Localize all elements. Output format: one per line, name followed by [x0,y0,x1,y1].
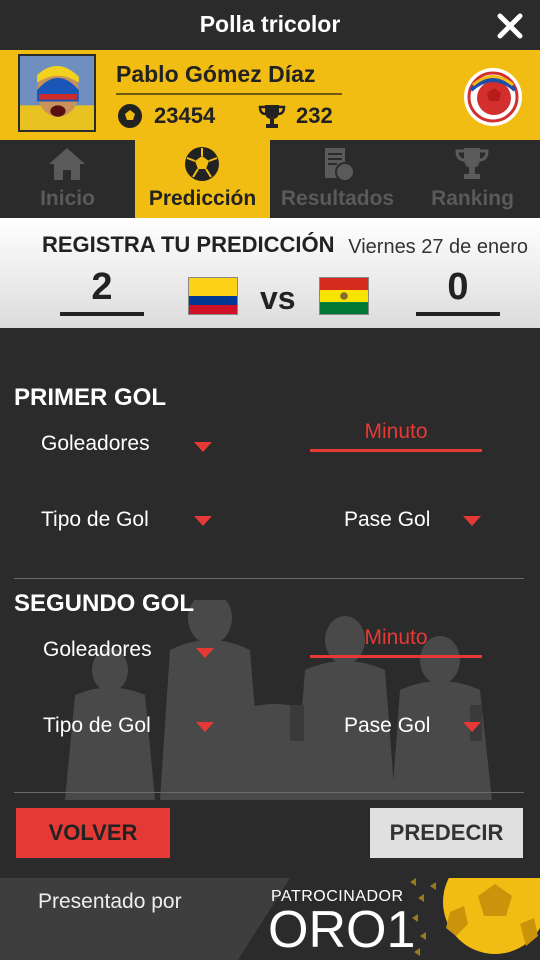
tab-label: Inicio [40,187,95,210]
first-goal-minute-input[interactable]: Minuto [310,420,482,444]
tab-inicio[interactable]: Inicio [0,140,135,218]
sponsor-ball-logo [410,878,540,956]
chevron-down-icon[interactable] [463,722,481,732]
coins-value: 23454 [154,103,216,128]
chevron-down-icon[interactable] [463,516,481,526]
trophies-stat: 232 [258,102,333,130]
chevron-down-icon[interactable] [196,722,214,732]
colombia-flag-icon [188,277,238,315]
match-date: Viernes 27 de enero [348,236,528,258]
avatar[interactable] [18,54,96,132]
user-name: Pablo Gómez Díaz [116,61,316,87]
tab-bar: Inicio Predicción Resultados Ranking [0,140,540,218]
tab-ranking[interactable]: Ranking [405,140,540,218]
second-goal-minute-underline [310,655,482,658]
sponsor-footer: Presentado por PATROCINADOR ORO1 [0,878,540,960]
top-bar: Polla tricolor [0,0,540,50]
second-goal-type-select[interactable]: Tipo de Gol [43,714,151,738]
tab-label: Resultados [280,187,395,210]
home-score-input[interactable]: 2 [60,266,144,309]
home-icon [49,148,85,180]
first-goal-heading: PRIMER GOL [14,384,167,411]
prediction-form: PRIMER GOL Goleadores Minuto Tipo de Gol… [0,328,540,878]
home-score-underline [60,312,144,316]
section-divider [14,578,524,579]
document-icon [325,148,355,182]
name-underline [116,93,342,95]
predict-button[interactable]: PREDECIR [370,808,523,858]
federation-crest-icon [464,68,522,126]
coins-stat: 23454 [116,102,215,130]
second-goal-minute-input[interactable]: Minuto [310,626,482,650]
trophies-value: 232 [296,103,333,128]
second-goal-scorers-select[interactable]: Goleadores [43,638,152,662]
chevron-down-icon[interactable] [194,516,212,526]
close-icon[interactable] [496,12,524,40]
trophy-icon [455,148,489,179]
chevron-down-icon[interactable] [196,648,214,658]
app-title: Polla tricolor [199,11,341,37]
versus-label: vs [260,280,296,316]
back-button[interactable]: VOLVER [16,808,170,858]
soccer-ball-icon [185,147,219,181]
tab-resultados[interactable]: Resultados [270,140,405,218]
first-goal-assist-select[interactable]: Pase Gol [344,508,430,532]
tab-prediccion[interactable]: Predicción [135,140,270,218]
first-goal-minute-underline [310,449,482,452]
soccer-ball-icon [118,104,142,128]
tab-label: Predicción [148,187,257,210]
sponsor-name: ORO1 [268,901,416,959]
first-goal-type-select[interactable]: Tipo de Gol [41,508,149,532]
tab-label: Ranking [431,187,514,210]
section-divider [14,792,524,793]
second-goal-assist-select[interactable]: Pase Gol [344,714,430,738]
second-goal-heading: SEGUNDO GOL [14,590,195,617]
match-bar: REGISTRA TU PREDICCIÓN Viernes 27 de ene… [0,218,540,328]
trophy-icon [258,105,286,128]
profile-bar: Pablo Gómez Díaz 23454 232 [0,50,540,140]
away-score-underline [416,312,500,316]
presented-by-label: Presentado por [38,890,182,913]
first-goal-scorers-select[interactable]: Goleadores [41,432,150,456]
chevron-down-icon[interactable] [194,442,212,452]
prediction-heading: REGISTRA TU PREDICCIÓN [42,232,335,257]
away-score-input[interactable]: 0 [416,266,500,309]
bolivia-flag-icon [319,277,369,315]
